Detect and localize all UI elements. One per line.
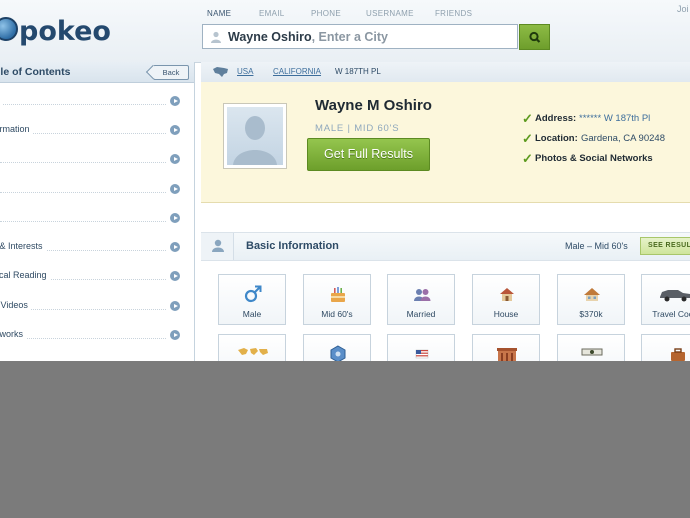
birthday-cake-icon (331, 287, 345, 302)
section-title: Basic Information (246, 240, 339, 252)
toc-item[interactable]: gical Reading (0, 270, 180, 284)
arrow-right-icon (170, 184, 180, 194)
breadcrumb: USA CALIFORNIA W 187TH PL (201, 62, 690, 83)
breadcrumb-street: W 187TH PL (335, 67, 381, 76)
us-flag-icon (415, 349, 429, 359)
money-icon (581, 348, 603, 356)
male-symbol-icon (244, 285, 262, 303)
join-link[interactable]: Joi (677, 4, 689, 14)
tile-income[interactable] (557, 334, 625, 361)
briefcase-icon (671, 348, 685, 361)
checkmark-icon: ✓ (522, 131, 533, 146)
breadcrumb-country[interactable]: USA (237, 67, 253, 76)
tile-gender[interactable]: Male (218, 274, 286, 325)
tile-building[interactable] (472, 334, 540, 361)
tile-home-value[interactable]: $370k (557, 274, 625, 325)
breadcrumb-state[interactable]: CALIFORNIA (273, 67, 321, 76)
toc-title: ble of Contents (0, 66, 71, 78)
arrow-right-icon (170, 301, 180, 311)
tile-marital-status[interactable]: Married (387, 274, 455, 325)
toc-item[interactable] (0, 212, 180, 226)
tab-username[interactable]: USERNAME (366, 9, 414, 18)
search-city-placeholder: , Enter a City (311, 30, 389, 44)
section-summary: Male – Mid 60's (565, 241, 628, 251)
tile-zodiac[interactable] (303, 334, 371, 361)
tab-email[interactable]: EMAIL (259, 9, 285, 18)
profile-summary: Wayne M Oshiro MALE | MID 60'S Get Full … (201, 82, 690, 203)
silhouette-icon (233, 116, 277, 165)
tab-phone[interactable]: PHONE (311, 9, 341, 18)
table-of-contents: ble of Contents Back ry formation y e & … (0, 62, 195, 361)
house-value-icon (584, 288, 600, 301)
globe-logo-icon (0, 17, 18, 41)
toc-item[interactable]: formation (0, 124, 180, 138)
search-icon (529, 31, 541, 43)
zodiac-badge-icon (330, 345, 346, 361)
basic-information-header: Basic Information Male – Mid 60's SEE RE… (201, 232, 690, 261)
tile-age[interactable]: Mid 60's (303, 274, 371, 325)
header: pokeo NAME EMAIL PHONE USERNAME FRIENDS … (0, 0, 690, 63)
couple-icon (414, 289, 431, 301)
tile-housing[interactable]: House (472, 274, 540, 325)
tile-occupation[interactable] (641, 334, 690, 361)
arrow-right-icon (170, 242, 180, 252)
tab-name[interactable]: NAME (207, 9, 231, 18)
toc-item[interactable]: etworks (0, 329, 180, 343)
world-map-icon (238, 348, 268, 355)
arrow-right-icon (170, 96, 180, 106)
back-button[interactable]: Back (153, 65, 189, 80)
page: pokeo NAME EMAIL PHONE USERNAME FRIENDS … (0, 0, 690, 361)
spokeo-logo[interactable]: pokeo (0, 16, 111, 47)
avatar (223, 103, 287, 169)
search-name-value: Wayne Oshiro (228, 30, 312, 44)
search-button[interactable] (519, 24, 550, 50)
tile-vehicles[interactable]: Travel Cook (641, 274, 690, 325)
toc-item[interactable]: e & Interests (0, 241, 180, 255)
toc-header: ble of Contents Back (0, 62, 194, 83)
toc-item[interactable]: ry (0, 95, 180, 109)
person-name: Wayne M Oshiro (315, 97, 432, 114)
toc-item[interactable]: y (0, 153, 180, 167)
toc-item[interactable]: & Videos (0, 300, 180, 314)
checkmark-icon: ✓ (522, 151, 533, 166)
checkmark-icon: ✓ (522, 111, 533, 126)
arrow-right-icon (170, 330, 180, 340)
house-icon (500, 288, 514, 301)
tab-friends[interactable]: FRIENDS (435, 9, 472, 18)
see-results-button[interactable]: SEE RESULT (640, 237, 690, 255)
car-icon (660, 290, 690, 302)
search-input[interactable]: Wayne Oshiro, Enter a City (202, 24, 518, 49)
arrow-right-icon (170, 271, 180, 281)
person-icon (211, 31, 221, 43)
building-icon (497, 348, 517, 361)
person-icon (212, 239, 224, 252)
arrow-right-icon (170, 213, 180, 223)
arrow-right-icon (170, 125, 180, 135)
tile-origin[interactable] (218, 334, 286, 361)
arrow-right-icon (170, 154, 180, 164)
us-map-icon (213, 67, 228, 77)
person-subtitle: MALE | MID 60'S (315, 123, 400, 134)
toc-item[interactable] (0, 183, 180, 197)
get-full-results-button[interactable]: Get Full Results (307, 138, 430, 171)
tile-nationality[interactable] (387, 334, 455, 361)
